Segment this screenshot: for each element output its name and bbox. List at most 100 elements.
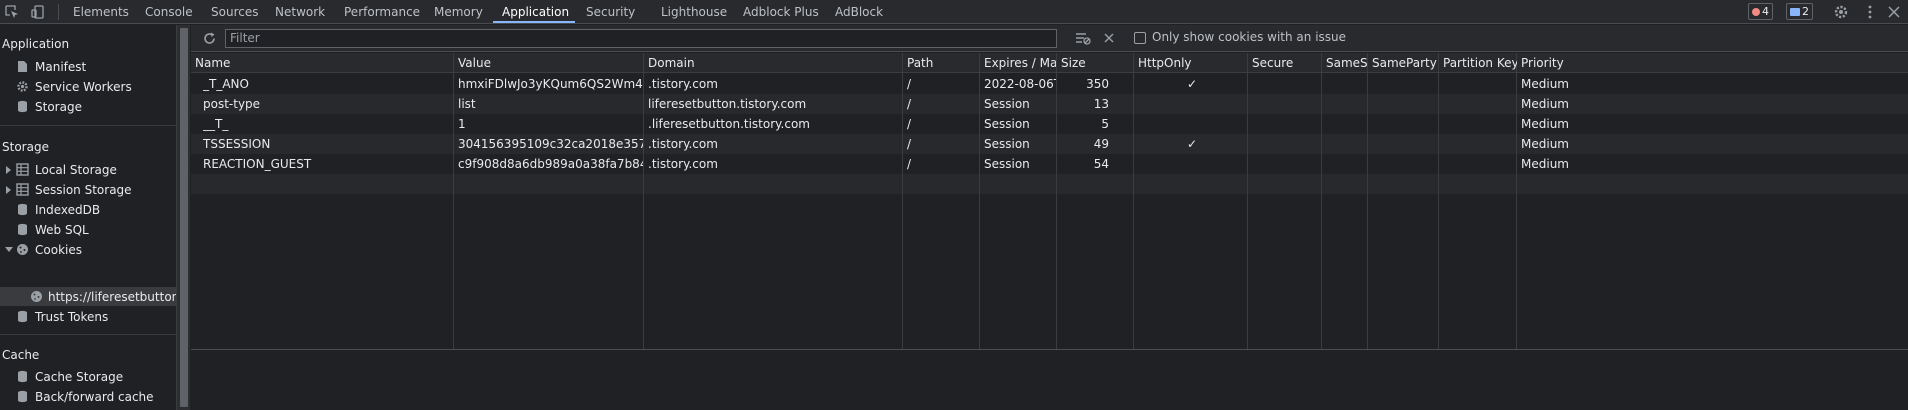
cell-priority: Medium xyxy=(1521,157,1569,171)
table-row[interactable]: _T_ANO hmxiFDlwJo3yKQum6QS2Wm4IOVyUVF....… xyxy=(191,74,1908,94)
cell-partition-key xyxy=(1443,74,1517,94)
refresh-icon[interactable] xyxy=(202,31,217,46)
database-icon xyxy=(18,370,27,383)
cookies-table: _T_ANO hmxiFDlwJo3yKQum6QS2Wm4IOVyUVF....… xyxy=(191,53,1908,349)
cell-partition-key xyxy=(1443,94,1517,114)
sidebar-item-label: https://liferesetbutton.ti xyxy=(48,290,176,304)
column-header-expires[interactable]: Expires / Max... xyxy=(984,53,1056,73)
cell-size: 13 xyxy=(1093,97,1109,111)
column-header-sameparty[interactable]: SameParty xyxy=(1372,53,1438,73)
column-header-samesite[interactable]: SameS... xyxy=(1326,53,1368,73)
cell-httponly: ✓ xyxy=(1186,137,1198,151)
application-sidebar: Application Manifest Service Workers Sto… xyxy=(0,25,176,410)
tab-console[interactable]: Console xyxy=(145,0,193,24)
sidebar-scrollbar[interactable] xyxy=(176,25,190,410)
cell-domain: .liferesetbutton.tistory.com xyxy=(648,117,810,131)
sidebar-heading-application: Application xyxy=(2,37,70,51)
tab-security[interactable]: Security xyxy=(586,0,635,24)
clear-filtered-icon[interactable] xyxy=(1075,31,1091,46)
cell-path: / xyxy=(907,137,912,151)
cell-size: 49 xyxy=(1093,137,1109,151)
sidebar-item-label: Local Storage xyxy=(35,163,117,177)
collapse-arrow-icon[interactable] xyxy=(5,247,13,252)
message-icon xyxy=(1790,8,1800,16)
column-header-domain[interactable]: Domain xyxy=(648,53,902,73)
column-divider[interactable] xyxy=(643,53,644,349)
column-divider[interactable] xyxy=(1133,53,1134,349)
error-count-badge[interactable]: 4 xyxy=(1748,3,1773,20)
column-divider[interactable] xyxy=(1321,53,1322,349)
column-divider[interactable] xyxy=(1247,53,1248,349)
tab-elements[interactable]: Elements xyxy=(73,0,129,24)
sidebar-item-cookie-origin[interactable]: https://liferesetbutton.ti xyxy=(30,287,176,307)
cell-priority: Medium xyxy=(1521,117,1569,131)
inspect-element-icon[interactable] xyxy=(4,4,20,20)
cell-samesite xyxy=(1326,154,1368,174)
message-count: 2 xyxy=(1802,5,1809,18)
cell-expires: 2022-08-06T0... xyxy=(984,77,1056,91)
column-header-path[interactable]: Path xyxy=(907,53,979,73)
tab-lighthouse[interactable]: Lighthouse xyxy=(661,0,727,24)
column-header-partition-key[interactable]: Partition Key xyxy=(1443,53,1517,73)
cell-expires: Session xyxy=(984,157,1030,171)
device-toolbar-icon[interactable] xyxy=(30,4,46,20)
tab-memory[interactable]: Memory xyxy=(434,0,483,24)
column-header-size[interactable]: Size xyxy=(1061,53,1111,73)
expand-arrow-icon[interactable] xyxy=(6,166,11,174)
cell-secure xyxy=(1252,74,1322,94)
error-icon xyxy=(1752,8,1760,16)
expand-arrow-icon[interactable] xyxy=(6,186,11,194)
table-row[interactable]: TSSESSION 304156395109c32ca2018e357154624… xyxy=(191,134,1908,154)
toolbar-divider xyxy=(58,4,59,20)
column-divider[interactable] xyxy=(453,53,454,349)
column-header-priority[interactable]: Priority xyxy=(1521,53,1611,73)
sidebar-item-label: Session Storage xyxy=(35,183,132,197)
delete-selected-icon[interactable] xyxy=(1103,32,1115,44)
column-divider[interactable] xyxy=(902,53,903,349)
cell-value: c9f908d8a6db989a0a38fa7b842b9f92f3... xyxy=(458,157,643,171)
cell-path: / xyxy=(907,157,912,171)
devtools-tab-bar: Elements Console Sources Network Perform… xyxy=(0,0,1908,24)
database-icon xyxy=(18,310,27,323)
filter-input[interactable]: Filter xyxy=(225,29,1057,48)
cell-partition-key xyxy=(1443,134,1517,154)
tab-network[interactable]: Network xyxy=(275,0,325,24)
cell-partition-key xyxy=(1443,154,1517,174)
tab-adblock[interactable]: AdBlock xyxy=(835,0,883,24)
cell-path: / xyxy=(907,77,912,91)
cookie-icon xyxy=(31,291,42,302)
cell-priority: Medium xyxy=(1521,97,1569,111)
column-header-secure[interactable]: Secure xyxy=(1252,53,1322,73)
close-icon[interactable] xyxy=(1886,4,1902,20)
cell-httponly xyxy=(1138,154,1246,174)
tab-sources[interactable]: Sources xyxy=(211,0,258,24)
cell-size: 350 xyxy=(1086,77,1109,91)
scrollbar-thumb[interactable] xyxy=(180,28,188,407)
message-count-badge[interactable]: 2 xyxy=(1786,3,1813,20)
column-divider[interactable] xyxy=(1438,53,1439,349)
column-header-httponly[interactable]: HttpOnly xyxy=(1138,53,1246,73)
more-options-icon[interactable] xyxy=(1862,4,1878,20)
cell-sameparty xyxy=(1372,154,1438,174)
error-count: 4 xyxy=(1762,5,1769,18)
column-divider[interactable] xyxy=(1367,53,1368,349)
database-icon xyxy=(18,223,27,236)
sidebar-item-label: Back/forward cache xyxy=(35,390,154,404)
column-divider[interactable] xyxy=(1516,53,1517,349)
cell-path: / xyxy=(907,117,912,131)
column-header-name[interactable]: Name xyxy=(195,53,453,73)
tab-performance[interactable]: Performance xyxy=(344,0,420,24)
cell-expires: Session xyxy=(984,137,1030,151)
column-divider[interactable] xyxy=(1056,53,1057,349)
cell-httponly: ✓ xyxy=(1186,77,1198,91)
cell-size: 5 xyxy=(1101,117,1109,131)
table-row[interactable]: __T_ 1 .liferesetbutton.tistory.com / Sessio… xyxy=(191,114,1908,134)
column-header-value[interactable]: Value xyxy=(458,53,643,73)
table-row[interactable]: post-type list liferesetbutton.tistory.com… xyxy=(191,94,1908,114)
column-divider[interactable] xyxy=(979,53,980,349)
only-issues-checkbox[interactable] xyxy=(1134,32,1146,44)
table-row-empty[interactable] xyxy=(191,174,1908,194)
tab-adblock-plus[interactable]: Adblock Plus xyxy=(743,0,819,24)
gear-icon[interactable] xyxy=(1833,4,1849,20)
table-row[interactable]: REACTION_GUEST c9f908d8a6db989a0a38fa7b84… xyxy=(191,154,1908,174)
